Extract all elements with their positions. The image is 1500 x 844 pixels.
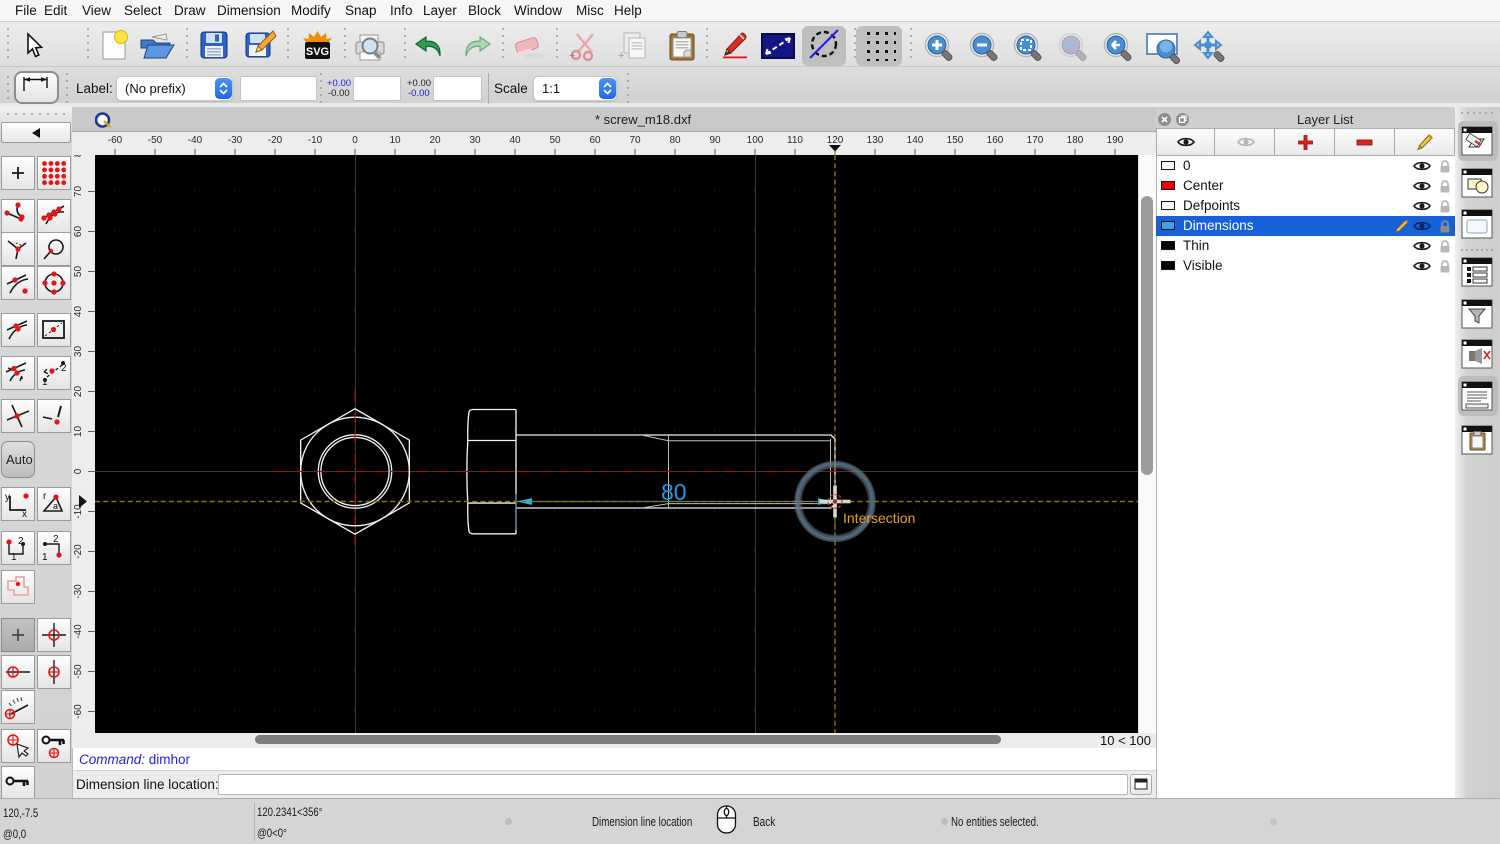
svg-text:150: 150 [947,135,964,146]
svg-text:60: 60 [73,226,84,238]
svg-text:-50: -50 [148,135,163,146]
svg-text:30: 30 [469,135,481,146]
svg-text:100: 100 [747,135,764,146]
svg-text:-10: -10 [308,135,323,146]
svg-text:0: 0 [352,135,358,146]
svg-text:130: 130 [867,135,884,146]
svg-text:140: 140 [907,135,924,146]
svg-text:2: 2 [53,534,59,545]
svg-text:170: 170 [1027,135,1044,146]
svg-text:-60: -60 [108,135,123,146]
svg-text:40: 40 [73,306,84,318]
svg-text:20: 20 [73,386,84,398]
svg-text:160: 160 [987,135,1004,146]
svg-text:+: + [618,50,624,62]
svg-text:-30: -30 [228,135,243,146]
svg-text:80: 80 [669,135,681,146]
svg-text:60: 60 [589,135,601,146]
svg-text:20: 20 [429,135,441,146]
svg-text:SVG: SVG [306,46,329,58]
svg-text:-20: -20 [268,135,283,146]
svg-text:50: 50 [549,135,561,146]
svg-text:y: y [5,492,10,503]
svg-text:1: 1 [11,552,17,562]
svg-text:10: 10 [389,135,401,146]
svg-text:a: a [53,501,58,511]
svg-text:70: 70 [629,135,641,146]
svg-text:Intersection: Intersection [843,510,915,526]
svg-text:0: 0 [73,468,84,474]
svg-text:r: r [43,491,47,502]
svg-text:10: 10 [73,426,84,438]
svg-text:+: + [569,50,575,62]
svg-text:-30: -30 [73,584,84,599]
svg-text:70: 70 [73,186,84,198]
svg-text:30: 30 [73,346,84,358]
svg-text:-40: -40 [73,624,84,639]
svg-text:50: 50 [73,266,84,278]
svg-text:-20: -20 [73,544,84,559]
svg-text:110: 110 [787,135,803,146]
svg-text:120: 120 [827,135,844,146]
svg-text:1: 1 [42,552,48,562]
svg-text:190: 190 [1107,135,1124,146]
svg-text:-40: -40 [188,135,203,146]
svg-text:x: x [22,509,27,518]
svg-text:-60: -60 [73,704,84,719]
svg-text:-10: -10 [73,504,84,519]
svg-text:-50: -50 [73,664,84,679]
svg-text:90: 90 [709,135,721,146]
svg-text:180: 180 [1067,135,1084,146]
svg-text:80: 80 [73,155,84,157]
svg-text:40: 40 [509,135,521,146]
